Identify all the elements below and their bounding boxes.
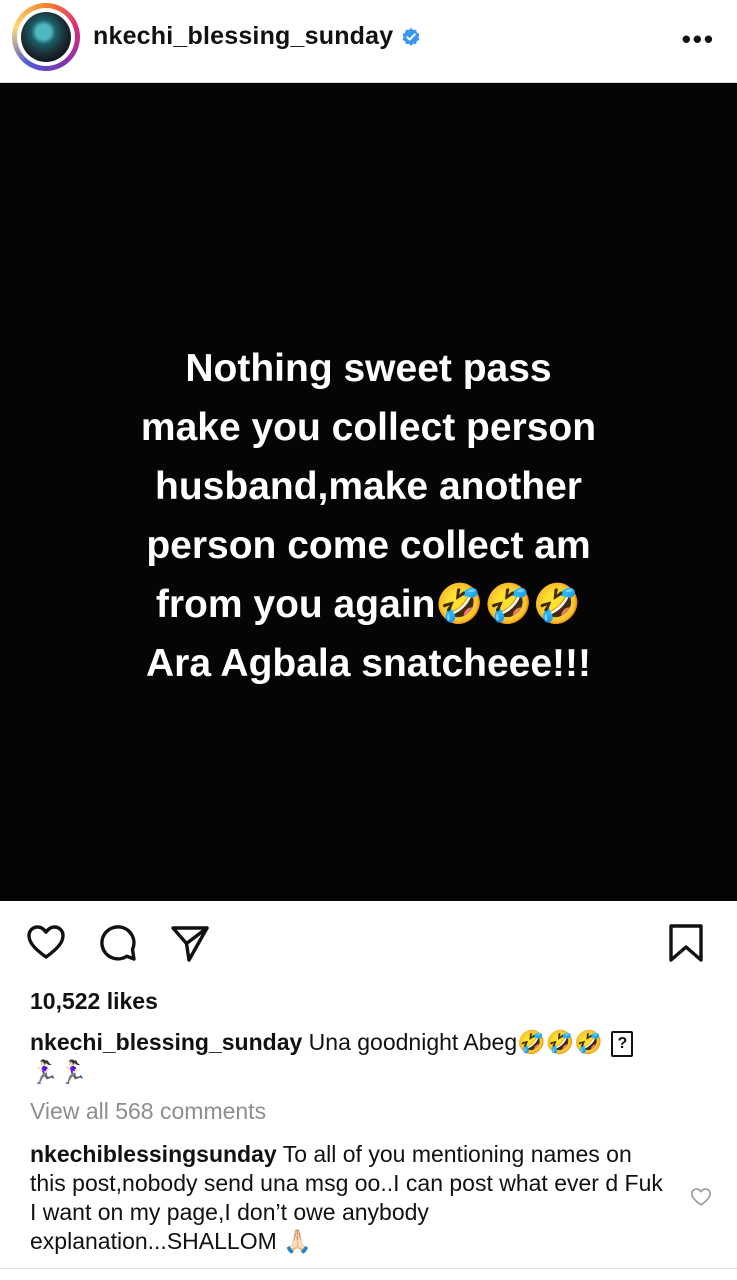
view-all-comments-link[interactable]: View all 568 comments (30, 1098, 266, 1125)
caption-text: Una goodnight Abeg🤣🤣🤣 (308, 1029, 604, 1055)
post-text-line: Nothing sweet pass (185, 347, 552, 390)
post-actions-bar (0, 918, 737, 968)
post-text-line: person come collect am (146, 524, 591, 567)
heart-icon[interactable] (26, 923, 66, 963)
post-caption: nkechi_blessing_sunday Una goodnight Abe… (30, 1027, 700, 1087)
bookmark-icon[interactable] (666, 923, 706, 963)
post-author-username[interactable]: nkechi_blessing_sunday (93, 22, 421, 51)
post-text: Nothing sweet pass make you collect pers… (89, 339, 649, 693)
verified-badge-icon (402, 27, 420, 46)
avatar (17, 8, 75, 66)
small-heart-icon[interactable] (690, 1186, 712, 1208)
post-text-line: husband,make another (155, 465, 582, 508)
comment-icon[interactable] (98, 923, 138, 963)
post-image[interactable]: Nothing sweet pass make you collect pers… (0, 83, 737, 901)
avatar-image (21, 12, 71, 62)
divider (0, 1268, 737, 1269)
likes-count[interactable]: 10,522 likes (30, 988, 158, 1015)
post-text-line: from you again🤣🤣🤣 (155, 583, 582, 626)
top-comment: nkechiblessingsunday To all of you menti… (30, 1140, 670, 1256)
post-header: nkechi_blessing_sunday ••• (0, 0, 737, 83)
more-options-button[interactable]: ••• (682, 24, 715, 55)
caption-runner-emojis: 🏃🏻‍♀️🏃🏻‍♀️ (30, 1059, 88, 1085)
post-text-line: Ara Agbala snatcheee!!! (145, 642, 591, 685)
post-text-line: make you collect person (140, 406, 597, 449)
comment-username[interactable]: nkechiblessingsunday (30, 1141, 277, 1167)
caption-username[interactable]: nkechi_blessing_sunday (30, 1029, 302, 1055)
avatar-story-ring[interactable] (12, 3, 80, 71)
username-text[interactable]: nkechi_blessing_sunday (93, 22, 393, 51)
unknown-glyph-box: ? (611, 1030, 634, 1057)
send-icon[interactable] (170, 923, 210, 963)
